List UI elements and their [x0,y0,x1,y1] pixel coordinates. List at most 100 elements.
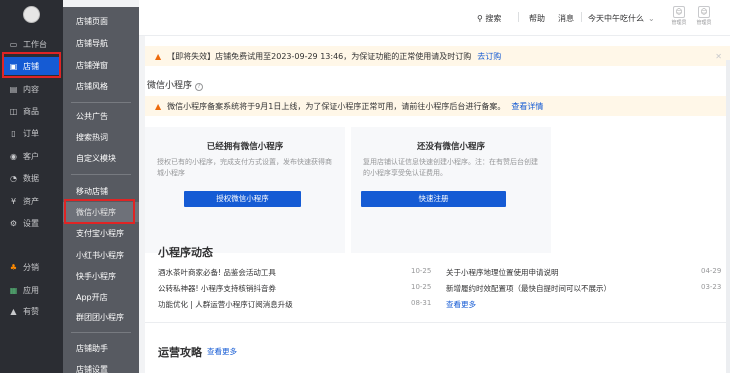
youzan-icon: ▲ [10,306,17,316]
search-button[interactable]: ⚲ 搜索 [477,13,501,24]
nav-label: 订单 [23,128,39,138]
news-item[interactable]: 酒水茶叶商家必备! 品鉴会活动工具 [158,267,276,278]
card-title: 已经拥有微信小程序 [206,142,284,152]
news-item[interactable]: 功能优化 | 人群运营小程序订阅消息升级 [158,299,293,310]
admin-avatar-button[interactable]: ☺ 管理员 [669,6,689,28]
nav-apps[interactable]: ▦ 应用 [2,281,60,299]
strategy-more-link[interactable]: 查看更多 [207,346,237,357]
news-date: 03-23 [701,283,722,291]
nav-order[interactable]: ▯ 订单 [2,124,60,142]
messages-link[interactable]: 消息 [558,13,574,24]
divider [145,322,730,323]
card-description: 复用店铺认证信息快速创建小程序。注：在有赞后台创建的小程序享受免认证费用。 [363,158,538,177]
close-icon[interactable]: ✕ [715,52,722,61]
divider [518,12,519,22]
nav2-item[interactable]: 移动店铺 [63,181,139,201]
dynamics-title: 小程序动态 [158,246,213,259]
nav-label: 设置 [23,218,39,228]
nav-youzan[interactable]: ▲ 有赞 [2,302,60,320]
card-title: 还没有微信小程序 [416,142,485,152]
asset-icon: ¥ [10,196,17,206]
filing-notice: ▲ 微信小程序备案系统将于9月1日上线，为了保证小程序正常可用，请前往小程序后台… [145,96,730,116]
nav2-item[interactable]: 店铺风格 [63,76,139,96]
nav-settings[interactable]: ⚙ 设置 [2,214,60,232]
apps-icon: ▦ [9,285,18,295]
nav2-item[interactable]: 群团团小程序 [63,307,139,327]
nav2-item[interactable]: 快手小程序 [63,266,139,286]
notice-text: 微信小程序备案系统将于9月1日上线，为了保证小程序正常可用，请前往小程序后台进行… [167,101,506,111]
staff-label: 管理员 [696,20,712,26]
news-item[interactable]: 公转私神器! 小程序支持核销抖音券 [158,283,276,294]
nav-label: 客户 [23,151,39,161]
nav-label: 资产 [23,196,39,206]
news-item[interactable]: 新增履约时效配置项（最快自提时间可以不展示） [446,283,611,294]
nav2-item[interactable]: 店铺弹窗 [63,55,139,75]
order-icon: ▯ [11,128,16,138]
nav-content[interactable]: ▤ 内容 [2,80,60,98]
nav2-item[interactable]: App开店 [63,287,139,307]
nav-goods[interactable]: ◫ 商品 [2,102,60,120]
nav2-item[interactable]: 店铺助手 [63,338,139,358]
help-circle-icon[interactable]: ? [195,83,204,91]
divider [581,12,582,22]
goods-icon: ◫ [9,106,18,116]
quick-register-button[interactable]: 快速注册 [361,191,506,207]
news-date: 04-29 [701,267,722,275]
subscribe-link[interactable]: 去订购 [477,51,501,62]
search-icon: ⚲ [477,14,483,23]
store-logo[interactable] [23,6,40,23]
warning-icon: ▲ [155,51,162,61]
nav2-item[interactable]: 自定义模块 [63,148,139,168]
admin-icon: ☺ [673,6,685,18]
page-scrollbar[interactable] [726,60,730,373]
staff-icon: ☺ [698,6,710,18]
page-title: 微信小程序? [147,78,204,91]
nav2-item[interactable]: 店铺导航 [63,33,139,53]
divider [71,332,131,333]
authorize-card: 已经拥有微信小程序 授权已有的小程序，完成支付方式设置，发布快速获得商城小程序 … [145,127,345,253]
highlight-store-nav [2,52,61,78]
divider [71,102,131,103]
nav-customer[interactable]: ◉ 客户 [2,147,60,165]
admin-label: 管理员 [671,20,687,26]
nav-label: 商品 [23,106,39,116]
nav-label: 内容 [23,84,39,94]
nav2-item[interactable]: 搜索热词 [63,127,139,147]
nav-asset[interactable]: ¥ 资产 [2,192,60,210]
nav2-item[interactable]: 店铺设置 [63,359,139,373]
news-date: 10-25 [411,267,432,275]
nav-distribution[interactable]: ♣ 分销 [2,258,60,276]
help-link[interactable]: 帮助 [529,13,545,24]
nav2-item[interactable]: 小红书小程序 [63,245,139,265]
nav-data[interactable]: ◔ 数据 [2,169,60,187]
dynamics-more-link[interactable]: 查看更多 [446,299,476,310]
content-icon: ▤ [9,84,18,94]
search-label: 搜索 [485,14,502,23]
top-header: ⚲ 搜索 帮助 消息 今天中午吃什么 ⌄ ☺ 管理员 ☺ 管理员 [139,0,730,36]
staff-avatar-button[interactable]: ☺ 管理员 [694,6,714,28]
nav-workbench[interactable]: ▭ 工作台 [2,35,60,53]
news-date: 10-25 [411,283,432,291]
monitor-icon: ▭ [9,39,18,49]
card-description: 授权已有的小程序，完成支付方式设置，发布快速获得商城小程序 [157,158,332,177]
news-date: 08-31 [411,299,432,307]
nav-label: 工作台 [23,39,47,49]
highlight-wechat-nav [64,199,135,224]
trial-expiry-notice: ▲ 【即将失效】店铺免费试用至2023-09-29 13:46，为保证功能的正常… [145,46,730,66]
shop-switcher[interactable]: 今天中午吃什么 ⌄ [588,13,655,24]
nav2-item[interactable]: 公共广告 [63,106,139,126]
view-details-link[interactable]: 查看详情 [511,101,543,112]
news-item[interactable]: 关于小程序地理位置使用申请说明 [446,267,559,278]
authorize-miniprogram-button[interactable]: 授权微信小程序 [184,191,301,207]
data-icon: ◔ [10,173,17,183]
shop-name: 今天中午吃什么 [588,14,644,23]
distribution-icon: ♣ [9,262,18,272]
nav-label: 应用 [23,285,39,295]
notice-text: 【即将失效】店铺免费试用至2023-09-29 13:46，为保证功能的正常使用… [167,51,472,61]
settings-icon: ⚙ [9,218,18,228]
nav2-item[interactable]: 支付宝小程序 [63,223,139,243]
nav-label: 分销 [23,262,39,272]
chevron-down-icon: ⌄ [648,14,655,23]
nav2-item[interactable]: 店铺页面 [63,11,139,31]
nav-label: 有赞 [23,306,39,316]
